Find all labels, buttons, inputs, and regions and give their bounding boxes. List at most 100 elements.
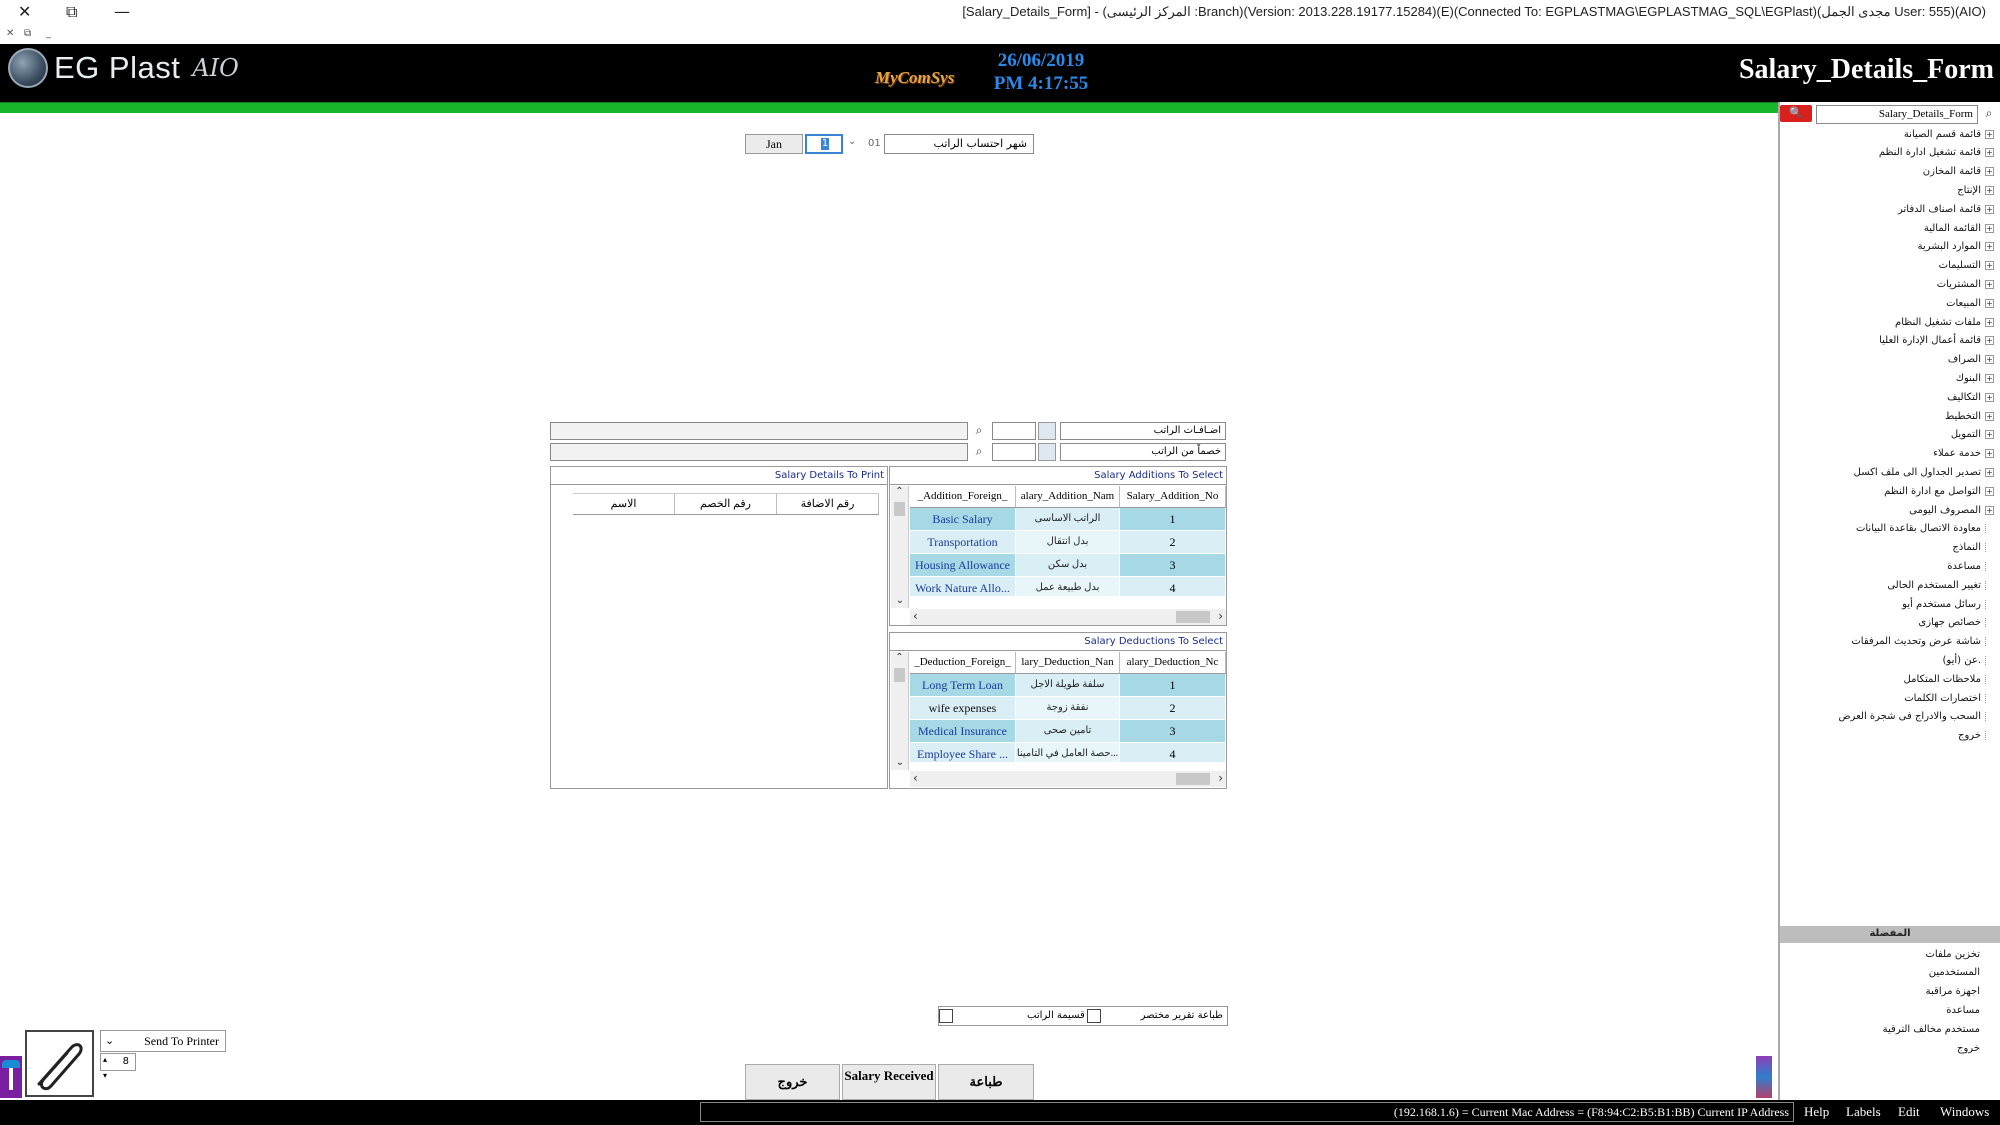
tree-item[interactable]: السحب والادراج فى شجرة العرض (1838, 709, 1994, 725)
expand-icon[interactable]: + (1985, 336, 1994, 346)
deductions-horizontal-scrollbar[interactable]: ‹ › (910, 771, 1226, 787)
menu-help[interactable]: Help (1804, 1104, 1829, 1120)
side-tab[interactable] (0, 1056, 22, 1098)
col-addition-foreign-name[interactable]: _Addition_Foreign_ (910, 486, 1016, 507)
scroll-thumb[interactable] (894, 668, 905, 682)
scroll-up-icon[interactable]: ⌃ (891, 652, 908, 666)
expand-icon[interactable]: + (1985, 467, 1994, 477)
exit-button[interactable]: خروج (745, 1064, 840, 1100)
deductions-search-icon[interactable]: ⌕ (969, 443, 989, 461)
expand-icon[interactable]: + (1985, 317, 1994, 327)
expand-icon[interactable]: + (1985, 204, 1994, 214)
tree-item[interactable]: اختصارات الكلمات (1904, 690, 1994, 706)
salary-received-button[interactable]: Salary Received (842, 1064, 936, 1100)
expand-icon[interactable]: + (1985, 129, 1994, 139)
tree-item[interactable]: التخطيط + (1945, 408, 1994, 424)
deductions-row[interactable]: Long Term Loan سلفة طويلة الاجل 1 (910, 674, 1226, 697)
additions-filter-name[interactable] (550, 422, 968, 440)
expand-icon[interactable]: + (1985, 279, 1994, 289)
tree-search-input[interactable]: Salary_Details_Form (1816, 105, 1978, 124)
tree-item[interactable]: المصروف اليومى + (1909, 502, 1994, 518)
col-deduction-foreign-name[interactable]: _Deduction_Foreign_ (910, 652, 1016, 673)
tree-item[interactable]: تصدير الجداول الى ملف اكسل + (1854, 464, 1994, 480)
mdi-minimize-button[interactable]: _ (46, 28, 51, 39)
col-addition-name[interactable]: alary_Addition_Nam (1016, 486, 1120, 507)
tree-item[interactable]: خصائص جهازى (1918, 615, 1994, 631)
restore-window-button[interactable]: ⧉ (66, 2, 77, 22)
tree-item[interactable]: المشتريات + (1937, 276, 1994, 292)
expand-icon[interactable]: + (1985, 430, 1994, 440)
favorite-item[interactable]: تخزين ملفات (1925, 946, 1980, 962)
scroll-left-icon[interactable]: ‹ (913, 771, 918, 785)
month-name-button[interactable]: Jan (745, 134, 803, 154)
tree-item[interactable]: مساعدة (1947, 558, 1994, 574)
tree-item[interactable]: التكاليف + (1947, 389, 1994, 405)
expand-icon[interactable]: + (1985, 167, 1994, 177)
col-addition-no[interactable]: Salary_Addition_No (1120, 486, 1226, 507)
attachment-button[interactable] (25, 1030, 94, 1097)
expand-icon[interactable]: + (1985, 242, 1994, 252)
expand-icon[interactable]: + (1985, 373, 1994, 383)
month-spin-input[interactable]: 1 (805, 134, 843, 154)
expand-icon[interactable]: + (1985, 185, 1994, 195)
tree-item[interactable]: تغيير المستخدم الحالى (1887, 577, 1994, 593)
additions-search-icon[interactable]: ⌕ (969, 422, 989, 440)
additions-row[interactable]: Housing Allowance بدل سكن 3 (910, 554, 1226, 577)
expand-icon[interactable]: + (1985, 298, 1994, 308)
books-icon[interactable] (1756, 1056, 1772, 1098)
deductions-filter-name[interactable] (550, 443, 968, 461)
deductions-row[interactable]: Employee Share ... حصة العامل في التامين… (910, 743, 1226, 763)
tree-search-button[interactable]: 🔍 (1780, 105, 1812, 122)
scroll-up-icon[interactable]: ⌃ (891, 486, 908, 500)
tree-item[interactable]: التسليمات + (1939, 258, 1994, 274)
favorite-item[interactable]: مستخدم مخالف الترقية (1883, 1021, 1980, 1037)
tree-item[interactable]: خدمة عملاء + (1933, 446, 1994, 462)
scroll-thumb[interactable] (894, 502, 905, 516)
tree-item[interactable]: قائمة قسم الصيانة + (1904, 126, 1994, 142)
scroll-left-icon[interactable]: ‹ (913, 609, 918, 623)
print-col-addition-no[interactable]: رقم الاضافة (777, 494, 879, 514)
scroll-down-icon[interactable]: ⌄ (891, 595, 909, 606)
payslip-checkbox[interactable] (939, 1009, 953, 1023)
expand-icon[interactable]: + (1985, 411, 1994, 421)
scroll-down-icon[interactable]: ⌄ (891, 757, 909, 768)
tree-search-icon[interactable]: ⌕ (1980, 105, 1998, 124)
scroll-right-icon[interactable]: › (1218, 771, 1223, 785)
expand-icon[interactable]: + (1985, 355, 1994, 365)
tree-item[interactable]: المبيعات + (1946, 295, 1994, 311)
tree-item[interactable]: قائمة أعمال الإدارة العليا + (1879, 333, 1994, 349)
additions-horizontal-scrollbar[interactable]: ‹ › (910, 609, 1226, 625)
expand-icon[interactable]: + (1985, 223, 1994, 233)
expand-icon[interactable]: + (1985, 392, 1994, 402)
additions-row[interactable]: Basic Salary الراتب الاساسى 1 (910, 508, 1226, 531)
expand-icon[interactable]: + (1985, 261, 1994, 271)
summary-report-checkbox[interactable] (1087, 1009, 1101, 1023)
print-col-name[interactable]: الاسم (573, 494, 675, 514)
additions-filter-code[interactable] (992, 422, 1036, 440)
deductions-filter-code[interactable] (992, 443, 1036, 461)
menu-labels[interactable]: Labels (1846, 1104, 1881, 1120)
additions-row[interactable]: Work Nature Allo... بدل طبيعة عمل 4 (910, 577, 1226, 597)
favorite-item[interactable]: اجهزة مراقبة (1926, 984, 1980, 1000)
month-dropdown-chevron-icon[interactable]: ⌄ (848, 136, 856, 147)
deductions-filter-checkbox[interactable] (1038, 443, 1056, 461)
menu-edit[interactable]: Edit (1898, 1104, 1920, 1120)
menu-windows[interactable]: Windows (1940, 1104, 1989, 1120)
scroll-thumb[interactable] (1176, 611, 1210, 623)
tree-item[interactable]: التمويل + (1951, 427, 1994, 443)
tree-item[interactable]: الموارد البشرية + (1918, 239, 1994, 255)
tree-item[interactable]: القائمة المالية + (1924, 220, 1994, 236)
minimize-window-button[interactable]: — (114, 2, 130, 21)
mdi-restore-button[interactable]: ⧉ (24, 28, 31, 39)
scroll-thumb[interactable] (1176, 773, 1210, 785)
tree-item[interactable]: رسائل مستخدم أيو (1902, 596, 1994, 612)
deductions-row[interactable]: Medical Insurance تامين صحى 3 (910, 720, 1226, 743)
col-deduction-name[interactable]: lary_Deduction_Nan (1016, 652, 1120, 673)
deductions-vertical-scrollbar[interactable]: ⌃ ⌄ (891, 652, 909, 770)
print-button[interactable]: طباعة (938, 1064, 1034, 1100)
expand-icon[interactable]: + (1985, 148, 1994, 158)
tree-item[interactable]: الصراف + (1948, 352, 1994, 368)
tree-item[interactable]: قائمة تشغيل ادارة النظم + (1879, 145, 1994, 161)
col-deduction-no[interactable]: alary_Deduction_Nc (1120, 652, 1226, 673)
mdi-close-button[interactable]: ✕ (6, 28, 14, 39)
